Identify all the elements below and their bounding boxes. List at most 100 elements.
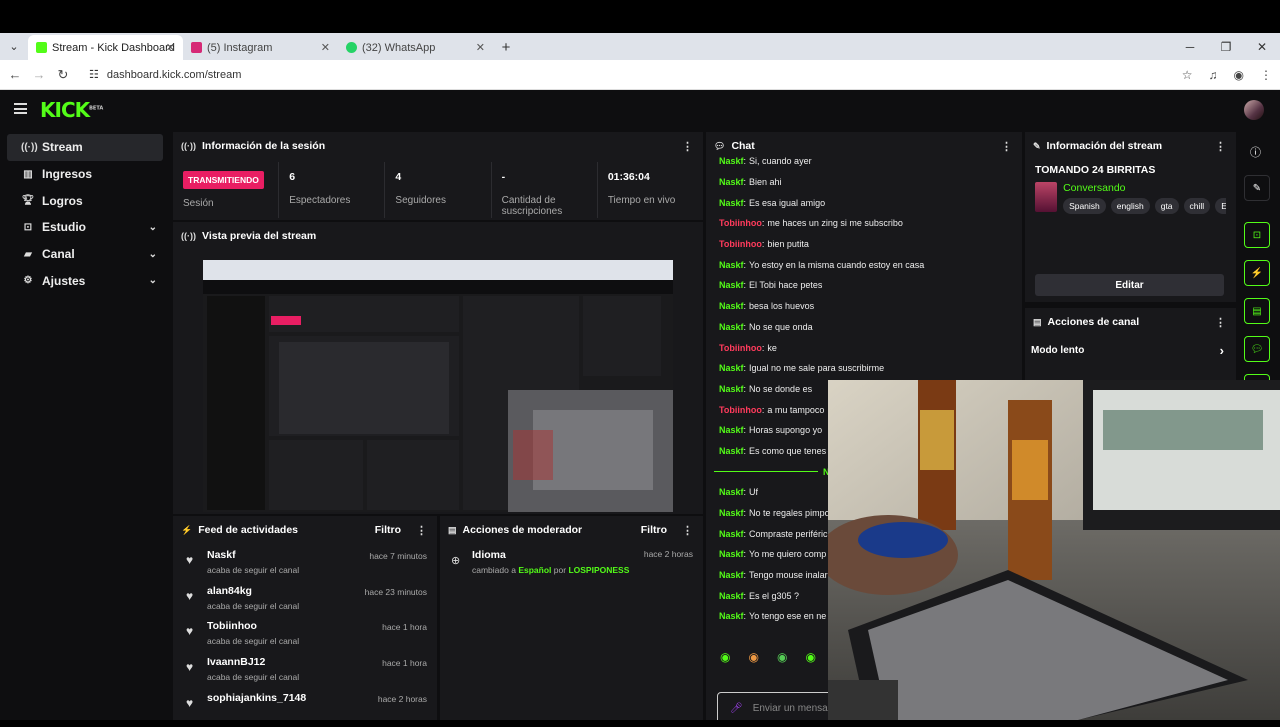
url-text: dashboard.kick.com/stream xyxy=(106,68,242,81)
sidebar-item-stream[interactable]: ((·)) Stream xyxy=(7,134,163,161)
chat-username[interactable]: Naskf xyxy=(719,177,744,187)
chat-username[interactable]: Naskf xyxy=(719,301,744,311)
new-tab-button[interactable]: + xyxy=(493,35,519,60)
chat-username[interactable]: Naskf xyxy=(719,322,744,332)
tab-search-chevron-icon[interactable]: ⌄ xyxy=(0,33,28,60)
sidebar-item-ingresos[interactable]: ▥ Ingresos xyxy=(7,161,163,188)
close-tab-icon[interactable]: ✕ xyxy=(321,41,330,54)
chat-username[interactable]: Naskf xyxy=(719,570,744,580)
slow-mode-row[interactable]: Modo lento › xyxy=(1025,336,1236,364)
chevron-down-icon: ⌄ xyxy=(148,221,157,233)
camera-button[interactable]: ⊡ xyxy=(1244,222,1270,248)
chat-text: Compraste periféric xyxy=(749,528,828,539)
chat-colon: : xyxy=(743,570,747,581)
edit-pencil-button[interactable]: ✎ xyxy=(1244,175,1270,201)
chat-colon: : xyxy=(761,404,765,415)
chat-message: Naskf: besa los huevos xyxy=(706,296,1022,317)
tab-instagram[interactable]: (5) Instagram ✕ xyxy=(183,35,338,60)
chat-username[interactable]: Naskf xyxy=(719,549,744,559)
emote-icon[interactable]: ◉ xyxy=(805,650,815,668)
tab-kick-dashboard[interactable]: Stream - Kick Dashboard ✕ xyxy=(28,35,183,60)
url-field[interactable]: ☷ dashboard.kick.com/stream xyxy=(89,68,242,82)
session-header: ((·)) Información de la sesión ⋮ xyxy=(181,140,693,153)
stream-info-panel: ✎ Información del stream ⋮ TOMANDO 24 BIRR… xyxy=(1025,132,1236,302)
chat-username[interactable]: Naskf xyxy=(719,198,744,208)
chat-username[interactable]: Naskf xyxy=(719,156,744,166)
menu-icon[interactable] xyxy=(14,103,27,114)
chat-colon: : xyxy=(761,218,765,229)
close-window-icon[interactable]: ✕ xyxy=(1244,33,1280,60)
document-button[interactable]: ▤ xyxy=(1244,298,1270,324)
reload-icon[interactable]: ↻ xyxy=(51,67,75,83)
forward-icon[interactable]: → xyxy=(27,67,51,82)
kick-logo[interactable]: KICKBETA xyxy=(40,98,103,122)
chat-button[interactable]: 💬︎ xyxy=(1244,336,1270,362)
chat-username[interactable]: Naskf xyxy=(719,611,744,621)
stream-title: TOMANDO 24 BIRRITAS xyxy=(1035,164,1156,176)
chat-username[interactable]: Tobiinhoo xyxy=(719,218,762,228)
tab-whatsapp[interactable]: (32) WhatsApp ✕ xyxy=(338,35,493,60)
chat-username[interactable]: Tobiinhoo xyxy=(719,343,762,353)
heart-icon: ♥ xyxy=(186,624,194,639)
emote-icon[interactable]: ◉ xyxy=(777,650,787,668)
chat-bubble-icon: 💬︎ xyxy=(714,140,726,151)
more-options-icon[interactable]: ⋮ xyxy=(1215,316,1226,329)
chat-username[interactable]: Naskf xyxy=(719,446,744,456)
media-control-icon[interactable]: ♫ xyxy=(1209,68,1218,82)
profile-icon[interactable]: ◉ xyxy=(1234,68,1244,82)
trophy-icon: 🏆︎ xyxy=(21,195,35,207)
category-name[interactable]: Conversando xyxy=(1063,182,1226,194)
sidebar-item-estudio[interactable]: ⊡ Estudio ⌄ xyxy=(7,214,163,241)
stream-preview-video[interactable] xyxy=(203,260,673,512)
mod-filter-button[interactable]: Filtro xyxy=(641,524,667,536)
close-tab-icon[interactable]: ✕ xyxy=(476,41,485,54)
chat-colon: : xyxy=(761,342,765,353)
chat-text: Si, cuando ayer xyxy=(749,156,812,167)
more-options-icon[interactable]: ⋮ xyxy=(416,524,427,537)
sidebar-item-logros[interactable]: 🏆︎ Logros xyxy=(7,187,163,214)
chat-username[interactable]: Naskf xyxy=(719,591,744,601)
back-icon[interactable]: ← xyxy=(3,67,27,82)
bookmark-star-icon[interactable]: ☆ xyxy=(1182,68,1193,82)
more-options-icon[interactable]: ⋮ xyxy=(1215,140,1226,153)
info-icon[interactable]: ⓘ xyxy=(1250,144,1261,160)
address-bar: ← → ↻ ☷ dashboard.kick.com/stream ☆ ♫ ◉ … xyxy=(0,60,1280,90)
chat-username[interactable]: Tobiinhoo xyxy=(719,405,762,415)
chat-message: Naskf: Igual no me sale para suscribirme xyxy=(706,358,1022,379)
minimize-icon[interactable]: ─ xyxy=(1172,33,1208,60)
close-tab-icon[interactable]: ✕ xyxy=(166,41,175,54)
browser-menu-icon[interactable]: ⋮ xyxy=(1260,68,1272,82)
chat-username[interactable]: Naskf xyxy=(719,529,744,539)
window-controls: ─ ❐ ✕ xyxy=(1172,33,1280,60)
stat-followers: 4 Seguidores xyxy=(385,162,492,218)
chat-text: Bien ahi xyxy=(749,177,782,188)
sidebar-item-ajustes[interactable]: ⚙ Ajustes ⌄ xyxy=(7,267,163,294)
chat-username[interactable]: Naskf xyxy=(719,425,744,435)
chat-text: Es el g305 ? xyxy=(749,590,800,601)
more-options-icon[interactable]: ⋮ xyxy=(682,524,693,537)
chat-username[interactable]: Tobiinhoo xyxy=(719,239,762,249)
more-options-icon[interactable]: ⋮ xyxy=(682,140,693,153)
bolt-button[interactable]: ⚡ xyxy=(1244,260,1270,286)
chat-colon: : xyxy=(743,528,747,539)
chat-username[interactable]: Naskf xyxy=(719,508,744,518)
chat-username[interactable]: Naskf xyxy=(719,384,744,394)
sidebar-item-canal[interactable]: ▰ Canal ⌄ xyxy=(7,241,163,268)
heart-icon: ♥ xyxy=(186,695,194,710)
chat-username[interactable]: Naskf xyxy=(719,280,744,290)
chat-username[interactable]: Naskf xyxy=(719,260,744,270)
chat-username[interactable]: Naskf xyxy=(719,487,744,497)
emote-icon[interactable]: ◉ xyxy=(720,650,730,668)
edit-stream-button[interactable]: Editar xyxy=(1035,274,1224,296)
tag-chip: chill xyxy=(1183,198,1211,214)
preview-thumbnail xyxy=(203,260,673,512)
microphone-icon[interactable]: 🎤︎ xyxy=(730,703,743,714)
restore-icon[interactable]: ❐ xyxy=(1208,33,1244,60)
emote-icon[interactable]: ◉ xyxy=(748,650,758,668)
feed-filter-button[interactable]: Filtro xyxy=(375,524,401,536)
user-avatar[interactable] xyxy=(1244,100,1264,120)
chat-text: ke xyxy=(767,342,777,353)
site-info-icon[interactable]: ☷ xyxy=(89,68,99,81)
stat-live-time: 01:36:04 Tiempo en vivo xyxy=(607,171,676,206)
chat-username[interactable]: Naskf xyxy=(719,363,744,373)
